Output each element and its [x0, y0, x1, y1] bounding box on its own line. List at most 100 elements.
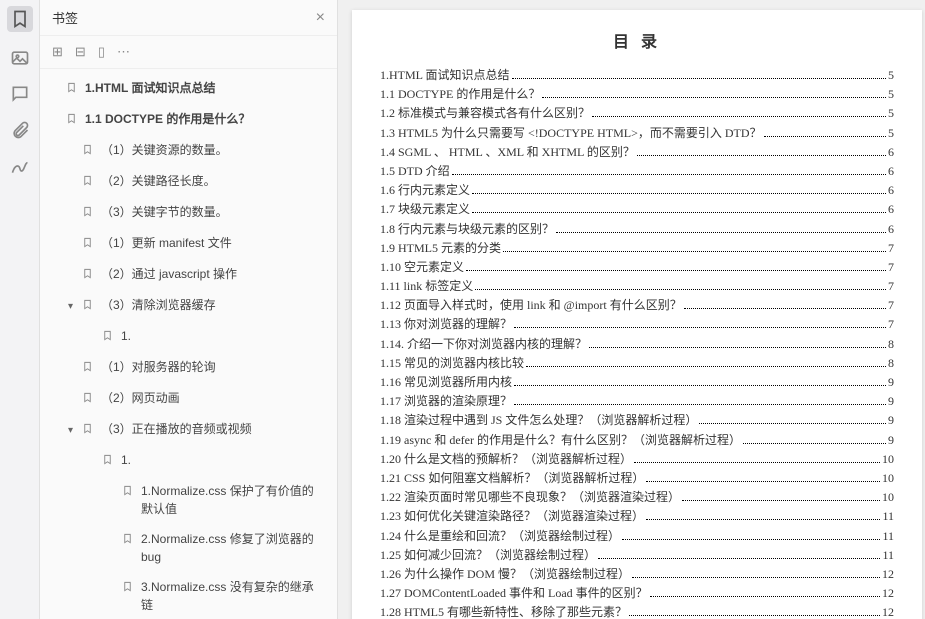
- toc-entry-page: 12: [882, 603, 894, 619]
- chevron-down-icon[interactable]: ▾: [68, 299, 80, 314]
- toc-entry[interactable]: 1.13 你对浏览器的理解？7: [380, 315, 894, 334]
- bookmark-item[interactable]: 3.Normalize.css 没有复杂的继承链: [40, 572, 337, 619]
- panel-toolbar: ⊞ ⊟ ▯ ⋯: [40, 36, 337, 69]
- toc-entry[interactable]: 1.28 HTML5 有哪些新特性、移除了那些元素？12: [380, 603, 894, 619]
- toc-entry[interactable]: 1.14. 介绍一下你对浏览器内核的理解？8: [380, 335, 894, 354]
- toc-entry[interactable]: 1.2 标准模式与兼容模式各有什么区别？5: [380, 104, 894, 123]
- bookmark-item[interactable]: 1.1 DOCTYPE 的作用是什么？: [40, 104, 337, 135]
- toc-entry[interactable]: 1.20 什么是文档的预解析？（浏览器解析过程）10: [380, 450, 894, 469]
- bookmark-item[interactable]: 2.Normalize.css 修复了浏览器的 bug: [40, 524, 337, 572]
- bookmark-icon: [102, 328, 113, 346]
- toc-entry[interactable]: 1.5 DTD 介绍6: [380, 162, 894, 181]
- document-viewport[interactable]: 目 录 1.HTML 面试知识点总结51.1 DOCTYPE 的作用是什么？51…: [338, 0, 925, 619]
- toc-entry-page: 9: [888, 411, 894, 430]
- toc-entry-page: 5: [888, 104, 894, 123]
- toc-entry[interactable]: 1.10 空元素定义7: [380, 258, 894, 277]
- toc-leader-dots: [466, 270, 886, 271]
- toc-leader-dots: [743, 443, 886, 444]
- bookmark-item[interactable]: （1）对服务器的轮询: [40, 352, 337, 383]
- toc-entry[interactable]: 1.8 行内元素与块级元素的区别？6: [380, 220, 894, 239]
- bookmark-item[interactable]: 1.: [40, 445, 337, 476]
- bookmark-icon: [82, 421, 93, 439]
- toc-leader-dots: [684, 308, 886, 309]
- bookmark-item[interactable]: 1.: [40, 321, 337, 352]
- bookmark-item[interactable]: （2）关键路径长度。: [40, 166, 337, 197]
- signature-icon[interactable]: [10, 156, 30, 176]
- toc-entry-text: 1.4 SGML 、 HTML 、XML 和 XHTML 的区别？: [380, 143, 635, 162]
- toc-entry[interactable]: 1.26 为什么操作 DOM 慢？（浏览器绘制过程）12: [380, 565, 894, 584]
- toc-entry[interactable]: 1.4 SGML 、 HTML 、XML 和 XHTML 的区别？6: [380, 143, 894, 162]
- bookmark-item[interactable]: （1）更新 manifest 文件: [40, 228, 337, 259]
- toc-entry-text: 1.9 HTML5 元素的分类: [380, 239, 501, 258]
- toc-entry[interactable]: 1.18 渲染过程中遇到 JS 文件怎么处理？（浏览器解析过程） 9: [380, 411, 894, 430]
- bookmark-label: （2）关键路径长度。: [101, 172, 325, 190]
- image-icon[interactable]: [10, 48, 30, 68]
- toc-entry-page: 7: [888, 315, 894, 334]
- chevron-down-icon[interactable]: ▾: [68, 423, 80, 438]
- toc-entry-text: 1.16 常见浏览器所用内核: [380, 373, 512, 392]
- comment-icon[interactable]: [10, 84, 30, 104]
- toc-entry[interactable]: 1.6 行内元素定义6: [380, 181, 894, 200]
- toc-entry[interactable]: 1.27 DOMContentLoaded 事件和 Load 事件的区别？12: [380, 584, 894, 603]
- bookmark-label: 1.Normalize.css 保护了有价值的默认值: [141, 482, 325, 518]
- toc-title: 目 录: [380, 28, 894, 52]
- panel-header: 书签 ×: [40, 0, 337, 36]
- bookmark-icon[interactable]: [7, 6, 33, 32]
- toc-leader-dots: [646, 519, 880, 520]
- toc-entry[interactable]: 1.19 async 和 defer 的作用是什么？有什么区别？（浏览器解析过程…: [380, 431, 894, 450]
- bookmarks-list: 1.HTML 面试知识点总结 1.1 DOCTYPE 的作用是什么？（1）关键资源…: [40, 69, 337, 619]
- toc-entry-text: 1.25 如何减少回流？（浏览器绘制过程）: [380, 546, 596, 565]
- toc-entry[interactable]: 1.9 HTML5 元素的分类7: [380, 239, 894, 258]
- add-bookmark-icon[interactable]: ▯: [98, 44, 105, 60]
- toc-leader-dots: [646, 481, 880, 482]
- close-icon[interactable]: ×: [316, 9, 325, 27]
- toc-entry-page: 6: [888, 162, 894, 181]
- bookmark-icon: [102, 452, 113, 470]
- bookmark-item[interactable]: ▾（3）正在播放的音频或视频: [40, 414, 337, 445]
- toc-leader-dots: [526, 366, 886, 367]
- bookmark-label: 1.HTML 面试知识点总结: [85, 79, 325, 97]
- bookmark-label: （2）网页动画: [101, 389, 325, 407]
- toc-entry-text: 1.23 如何优化关键渲染路径？（浏览器渲染过程）: [380, 507, 644, 526]
- toc-list: 1.HTML 面试知识点总结51.1 DOCTYPE 的作用是什么？51.2 标…: [380, 66, 894, 619]
- toc-entry[interactable]: 1.12 页面导入样式时，使用 link 和 @import 有什么区别？7: [380, 296, 894, 315]
- toc-entry[interactable]: 1.21 CSS 如何阻塞文档解析？（浏览器解析过程）10: [380, 469, 894, 488]
- expand-all-icon[interactable]: ⊞: [52, 44, 63, 60]
- toc-leader-dots: [589, 347, 886, 348]
- toc-entry[interactable]: 1.24 什么是重绘和回流？（浏览器绘制过程）11: [380, 527, 894, 546]
- toc-entry-text: 1.26 为什么操作 DOM 慢？（浏览器绘制过程）: [380, 565, 630, 584]
- bookmark-item[interactable]: （2）网页动画: [40, 383, 337, 414]
- toc-entry-page: 7: [888, 277, 894, 296]
- bookmark-item[interactable]: ▾（3）清除浏览器缓存: [40, 290, 337, 321]
- toc-leader-dots: [514, 385, 886, 386]
- toc-entry[interactable]: 1.7 块级元素定义6: [380, 200, 894, 219]
- toc-entry[interactable]: 1.23 如何优化关键渲染路径？（浏览器渲染过程）11: [380, 507, 894, 526]
- toc-entry-text: 1.18 渲染过程中遇到 JS 文件怎么处理？（浏览器解析过程）: [380, 411, 697, 430]
- toc-entry[interactable]: 1.11 link 标签定义7: [380, 277, 894, 296]
- toc-entry-text: 1.20 什么是文档的预解析？（浏览器解析过程）: [380, 450, 632, 469]
- bookmark-icon: [82, 266, 93, 284]
- document-page: 目 录 1.HTML 面试知识点总结51.1 DOCTYPE 的作用是什么？51…: [352, 10, 922, 619]
- bookmark-item[interactable]: 1.Normalize.css 保护了有价值的默认值: [40, 476, 337, 524]
- toc-entry-text: 1.27 DOMContentLoaded 事件和 Load 事件的区别？: [380, 584, 648, 603]
- toc-entry[interactable]: 1.HTML 面试知识点总结5: [380, 66, 894, 85]
- bookmark-item[interactable]: （2）通过 javascript 操作: [40, 259, 337, 290]
- toc-entry[interactable]: 1.25 如何减少回流？（浏览器绘制过程）11: [380, 546, 894, 565]
- toc-entry[interactable]: 1.3 HTML5 为什么只需要写 <!DOCTYPE HTML>，而不需要引入…: [380, 124, 894, 143]
- bookmark-item[interactable]: （3）关键字节的数量。: [40, 197, 337, 228]
- toc-entry[interactable]: 1.15 常见的浏览器内核比较8: [380, 354, 894, 373]
- toc-entry[interactable]: 1.1 DOCTYPE 的作用是什么？5: [380, 85, 894, 104]
- collapse-all-icon[interactable]: ⊟: [75, 44, 86, 60]
- toc-leader-dots: [764, 136, 886, 137]
- bookmark-item[interactable]: （1）关键资源的数量。: [40, 135, 337, 166]
- toc-entry[interactable]: 1.22 渲染页面时常见哪些不良现象？（浏览器渲染过程）10: [380, 488, 894, 507]
- toc-entry-page: 6: [888, 220, 894, 239]
- attachment-icon[interactable]: [10, 120, 30, 140]
- bookmark-icon: [82, 235, 93, 253]
- toc-entry-page: 9: [888, 431, 894, 450]
- toc-entry[interactable]: 1.17 浏览器的渲染原理？9: [380, 392, 894, 411]
- more-icon[interactable]: ⋯: [117, 44, 130, 60]
- toc-entry[interactable]: 1.16 常见浏览器所用内核9: [380, 373, 894, 392]
- toc-leader-dots: [472, 212, 886, 213]
- bookmark-item[interactable]: 1.HTML 面试知识点总结: [40, 73, 337, 104]
